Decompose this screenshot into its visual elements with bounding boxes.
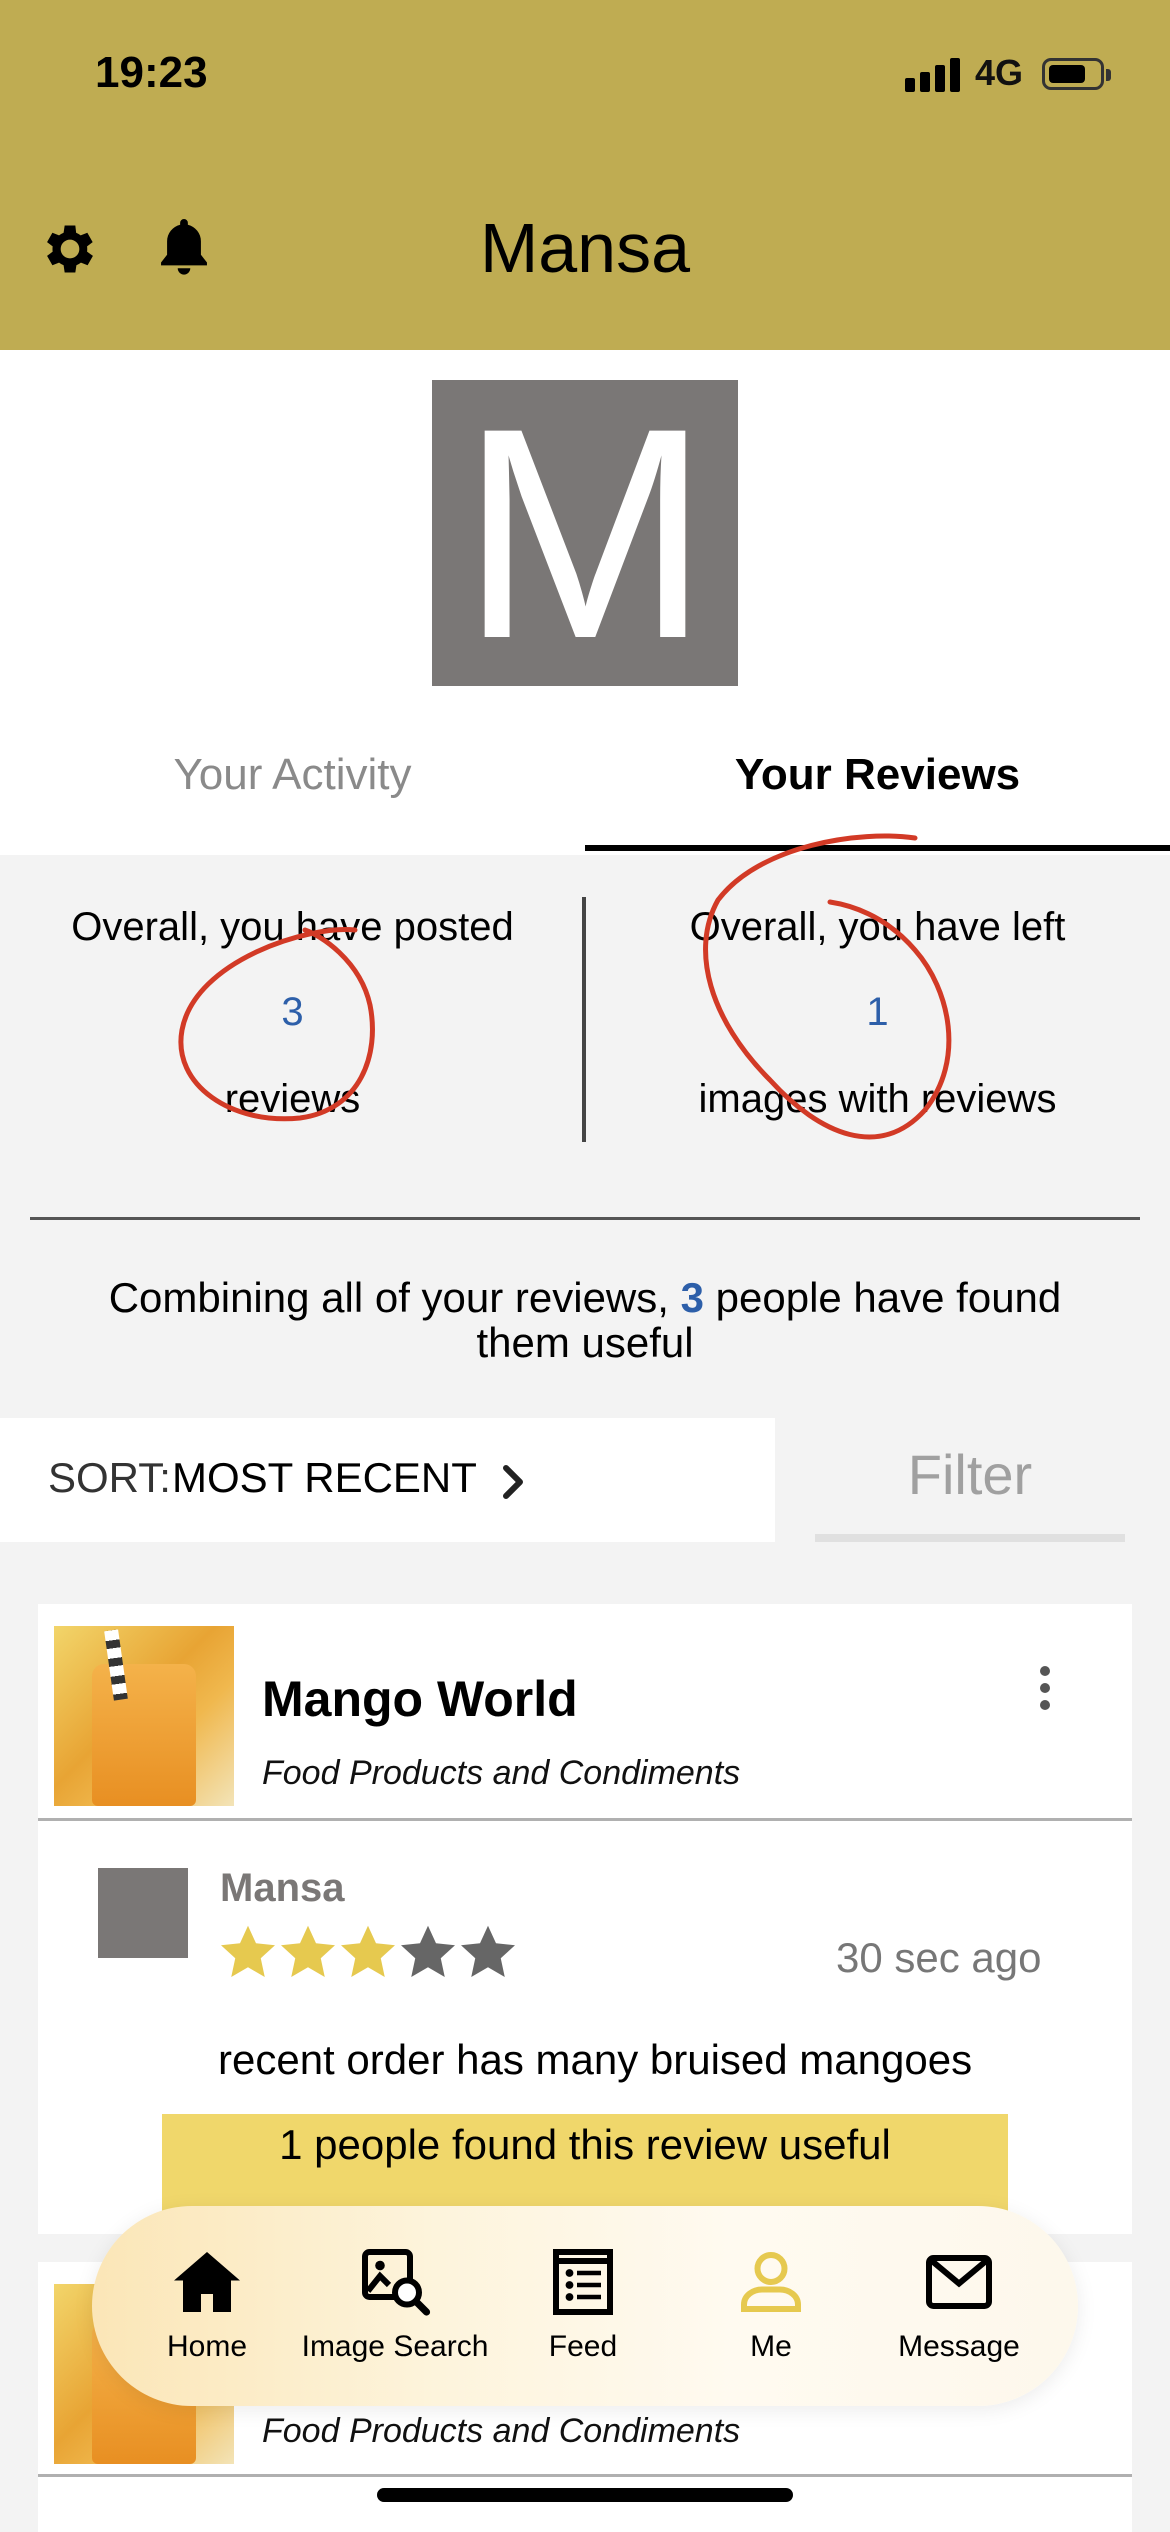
app-header: Mansa — [0, 150, 1170, 350]
status-time: 19:23 — [95, 48, 208, 97]
battery-icon — [1042, 58, 1111, 90]
review-time: 30 sec ago — [836, 1934, 1042, 1981]
useful-count: 3 — [680, 1274, 704, 1321]
sort-label: SORT: — [48, 1454, 171, 1501]
images-count: 1 — [866, 990, 889, 1034]
image-search-icon — [362, 2249, 431, 2316]
person-icon — [741, 2252, 801, 2312]
tab-your-reviews[interactable]: Your Reviews — [585, 750, 1170, 800]
card-divider — [38, 2474, 1132, 2477]
tab-image-search[interactable]: Image Search — [300, 2246, 490, 2364]
network-label: 4G — [975, 52, 1024, 93]
feed-icon — [553, 2249, 613, 2315]
card-divider — [38, 1818, 1132, 1821]
useful-indicator: 1 people found this review useful — [162, 2114, 1008, 2214]
chevron-right-icon — [503, 1465, 523, 1499]
star-filled-icon — [281, 1925, 335, 1977]
stat-label: images with reviews — [698, 1077, 1057, 1121]
star-empty-icon — [401, 1925, 455, 1977]
tab-your-activity[interactable]: Your Activity — [0, 750, 585, 800]
active-tab-indicator — [585, 845, 1170, 851]
reviewer-avatar — [98, 1868, 188, 1958]
home-indicator[interactable] — [377, 2488, 793, 2502]
sort-value: MOST RECENT — [172, 1454, 477, 1501]
star-rating — [218, 1922, 518, 1986]
filter-label: Filter — [907, 1443, 1033, 1506]
signal-icon — [905, 56, 963, 92]
tab-message[interactable]: Message — [864, 2246, 1054, 2364]
posted-reviews-count: 3 — [281, 990, 304, 1034]
section-divider — [30, 1217, 1140, 1220]
place-thumbnail — [54, 1626, 234, 1806]
more-options-icon[interactable] — [1038, 1666, 1052, 1710]
stat-label: Overall, you have left — [689, 905, 1066, 949]
stat-label: reviews — [224, 1077, 361, 1121]
summary-prefix: Combining all of your reviews, — [108, 1274, 681, 1321]
place-category: Food Products and Condiments — [262, 1754, 741, 1792]
filter-underline — [815, 1534, 1125, 1542]
review-text: recent order has many bruised mangoes — [218, 2036, 973, 2083]
tab-label: Feed — [548, 2330, 618, 2363]
stat-label: Overall, you have posted — [71, 905, 514, 949]
review-card[interactable]: Mango World Food Products and Condiments… — [38, 1604, 1132, 2234]
tab-label: Home — [166, 2330, 248, 2363]
tab-me[interactable]: Me — [676, 2246, 866, 2364]
home-icon — [174, 2252, 240, 2312]
sort-button[interactable]: SORT: MOST RECENT — [0, 1418, 775, 1542]
star-filled-icon — [341, 1925, 395, 1977]
profile-avatar: M — [432, 380, 738, 686]
filter-button[interactable]: Filter — [815, 1418, 1125, 1542]
tab-feed[interactable]: Feed — [488, 2246, 678, 2364]
envelope-icon — [926, 2255, 992, 2309]
tab-label: Message — [898, 2330, 1020, 2363]
tab-label: Image Search — [301, 2330, 489, 2363]
star-filled-icon — [221, 1925, 275, 1977]
star-empty-icon — [461, 1925, 515, 1977]
bottom-tab-bar: Home Image Search Feed Me Message — [92, 2206, 1078, 2406]
page-title: Mansa — [479, 209, 691, 287]
tab-label: Me — [750, 2330, 792, 2363]
reviewer-name: Mansa — [220, 1866, 345, 1910]
tab-home[interactable]: Home — [112, 2246, 302, 2364]
place-name[interactable]: Mango World — [262, 1670, 578, 1728]
useful-summary: Combining all of your reviews, 3 people … — [60, 1275, 1110, 1365]
place-category: Food Products and Condiments — [262, 2412, 741, 2450]
profile-section: M Your Activity Your Reviews — [0, 350, 1170, 855]
status-bar: 19:23 4G — [0, 0, 1170, 150]
